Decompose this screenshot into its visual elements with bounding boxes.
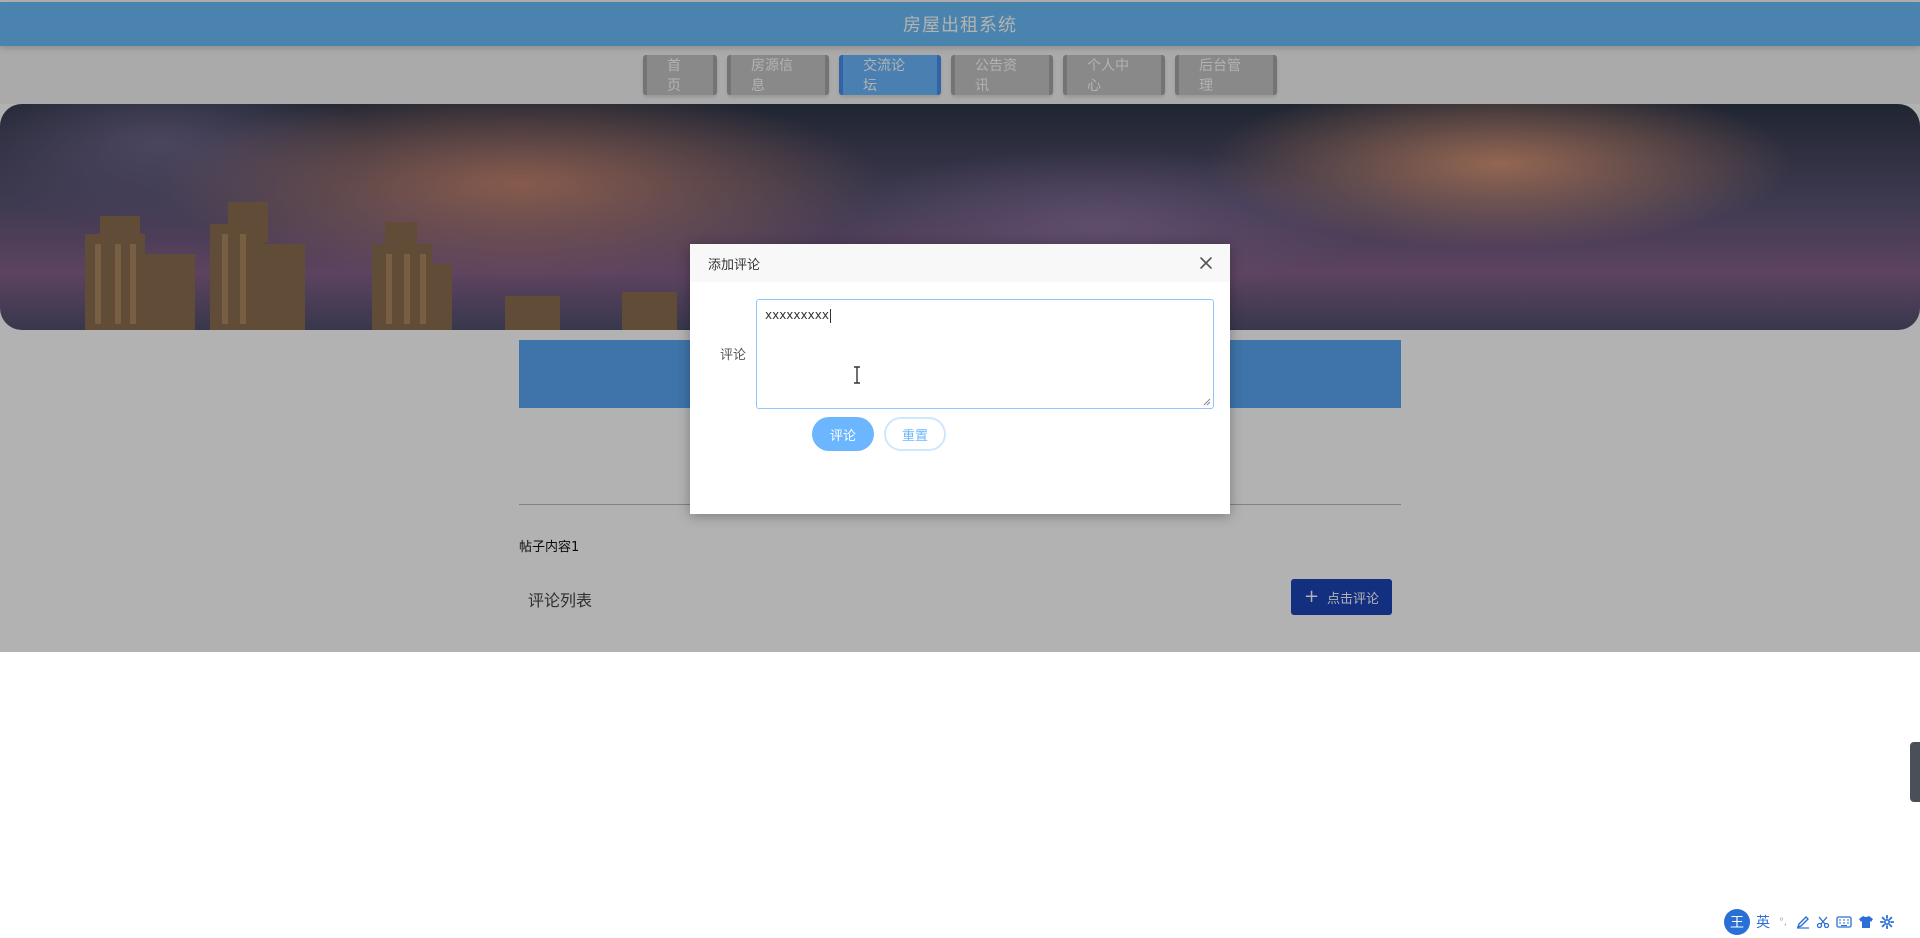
add-comment-dialog: 添加评论 评论 xxxxxxxxx 评论 重置	[690, 244, 1230, 514]
reset-button[interactable]: 重置	[884, 417, 946, 451]
dialog-title: 添加评论	[708, 257, 761, 273]
page: 房屋出租系统 首页 房源信息 交流论坛 公告资讯 个人中心 后台管理 帖子内容1…	[0, 0, 1920, 938]
ime-logo[interactable]: 王	[1724, 909, 1750, 935]
comment-textarea[interactable]: xxxxxxxxx	[756, 299, 1214, 409]
comment-textarea-value: xxxxxxxxx	[765, 308, 829, 322]
ime-toolbar: 王 英 °,	[1722, 908, 1918, 936]
submit-comment-button[interactable]: 评论	[812, 417, 874, 451]
pen-icon[interactable]	[1796, 915, 1810, 929]
dialog-header: 添加评论	[690, 244, 1230, 282]
ime-language-toggle[interactable]: 英	[1756, 912, 1770, 932]
comment-field-label: 评论	[720, 348, 747, 363]
keyboard-icon[interactable]	[1836, 916, 1852, 928]
shirt-icon[interactable]	[1858, 915, 1874, 929]
close-icon[interactable]	[1196, 253, 1216, 273]
resize-handle-icon[interactable]	[1203, 398, 1211, 406]
ime-punctuation-toggle[interactable]: °,	[1776, 917, 1790, 928]
gear-icon[interactable]	[1880, 915, 1894, 929]
text-cursor-icon	[854, 366, 860, 384]
side-panel-handle[interactable]	[1910, 742, 1920, 802]
text-caret	[829, 308, 831, 323]
scissors-icon[interactable]	[1816, 915, 1830, 929]
